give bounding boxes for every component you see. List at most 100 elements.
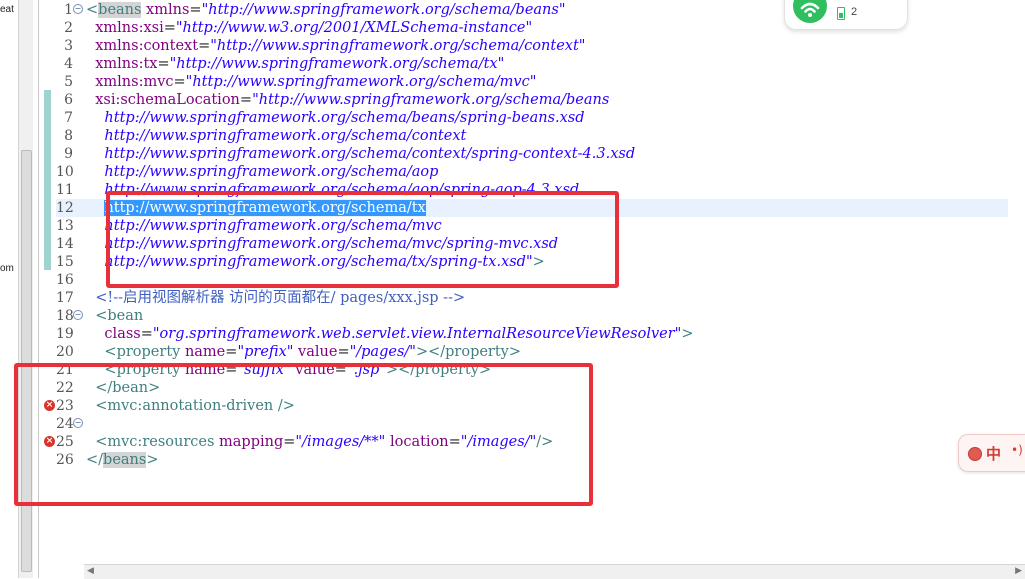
code-text: xmlns:context="http://www.springframewor… xyxy=(86,37,585,55)
fold-toggle-icon[interactable]: − xyxy=(73,310,83,320)
code-token: xmlns:context xyxy=(86,38,199,54)
code-token: value xyxy=(293,344,338,360)
code-token: "/pages/" xyxy=(349,344,416,360)
line-number: 8 xyxy=(64,128,73,144)
scroll-left-arrow-icon[interactable]: ◀ xyxy=(87,566,94,576)
line-number: 10 xyxy=(56,164,74,180)
code-text: <!--启用视图解析器 访问的页面都在/ pages/xxx.jsp --> xyxy=(86,289,465,307)
code-token: "http://www.springframework.org/schema/b… xyxy=(201,2,566,18)
code-token: http://www.springframework.org/schema/co… xyxy=(86,128,467,144)
code-token: = xyxy=(239,92,253,108)
annotation-box-mvc-elements xyxy=(14,363,593,506)
code-token: "prefix" xyxy=(237,344,294,360)
wifi-icon xyxy=(793,0,827,23)
code-token: = xyxy=(173,74,186,90)
error-marker-icon[interactable]: × xyxy=(44,400,55,411)
line-number: 2 xyxy=(64,20,73,36)
code-line[interactable]: 17 <!--启用视图解析器 访问的页面都在/ pages/xxx.jsp --… xyxy=(56,289,1008,307)
ime-extra-label: •) xyxy=(1011,443,1023,457)
line-number: 19 xyxy=(56,326,74,342)
line-number: 16 xyxy=(56,272,74,288)
editor-horizontal-scrollbar[interactable]: ◀ ▶ xyxy=(84,564,1025,579)
code-token: = xyxy=(225,344,238,360)
code-line[interactable]: 4 xmlns:tx="http://www.springframework.o… xyxy=(56,55,1008,73)
code-text: xmlns:tx="http://www.springframework.org… xyxy=(86,55,504,73)
code-line[interactable]: 7 http://www.springframework.org/schema/… xyxy=(56,109,1008,127)
line-number: 6 xyxy=(64,92,73,108)
battery-icon xyxy=(837,7,845,20)
code-token: < xyxy=(86,2,99,18)
line-number: 15 xyxy=(56,254,74,270)
code-token: "org.springframework.web.servlet.view.In… xyxy=(152,326,682,342)
ime-mode-label[interactable]: 中 xyxy=(986,443,1001,464)
line-number: 17 xyxy=(56,290,74,306)
code-text: <beans xmlns="http://www.springframework… xyxy=(86,1,566,19)
code-line[interactable]: 9 http://www.springframework.org/schema/… xyxy=(56,145,1008,163)
code-token: http://www.springframework.org/schema/co… xyxy=(86,146,636,162)
code-line[interactable]: 19 class="org.springframework.web.servle… xyxy=(56,325,1008,343)
line-number: 1 xyxy=(64,2,73,18)
code-token: class xyxy=(86,326,141,342)
code-token: = xyxy=(157,56,170,72)
code-line[interactable]: 18− <bean xyxy=(56,307,1008,325)
line-number: 11 xyxy=(56,182,74,198)
code-token: "http://www.springframework.org/schema/c… xyxy=(210,38,586,54)
code-text: class="org.springframework.web.servlet.v… xyxy=(86,325,694,343)
code-token: http://www.springframework.org/schema/ao… xyxy=(86,164,439,180)
code-token: <property xyxy=(86,344,181,360)
code-text: http://www.springframework.org/schema/be… xyxy=(86,109,585,127)
line-number: 7 xyxy=(64,110,73,126)
code-text: <property name="prefix" value="/pages/">… xyxy=(86,343,521,361)
fold-toggle-icon[interactable]: − xyxy=(73,4,83,14)
code-token: > xyxy=(681,326,694,342)
line-number: 9 xyxy=(64,146,73,162)
code-token: xmlns:mvc xyxy=(86,74,174,90)
change-marker xyxy=(44,90,51,270)
code-line[interactable]: 8 http://www.springframework.org/schema/… xyxy=(56,127,1008,145)
code-token: xmlns:xsi xyxy=(86,20,164,36)
code-token: xsi:schemaLocation xyxy=(86,92,240,108)
line-number: 20 xyxy=(56,344,74,360)
code-token: http://www.springframework.org/schema/be… xyxy=(86,110,585,126)
line-number: 4 xyxy=(64,56,73,72)
code-text: xmlns:xsi="http://www.w3.org/2001/XMLSch… xyxy=(86,19,532,37)
code-token: "http://www.springframework.org/schema/t… xyxy=(169,56,505,72)
code-token: = xyxy=(337,344,350,360)
code-line[interactable]: 20 <property name="prefix" value="/pages… xyxy=(56,343,1008,361)
input-method-widget[interactable]: 中 •) xyxy=(958,434,1025,472)
code-line[interactable]: 5 xmlns:mvc="http://www.springframework.… xyxy=(56,73,1008,91)
code-token: xmlns:tx xyxy=(86,56,158,72)
code-line[interactable]: 3 xmlns:context="http://www.springframew… xyxy=(56,37,1008,55)
code-line[interactable]: 10 http://www.springframework.org/schema… xyxy=(56,163,1008,181)
code-token: <!--启用视图解析器 访问的页面都在/ pages/xxx.jsp --> xyxy=(86,290,466,306)
code-token: ></property> xyxy=(415,344,522,360)
code-text: <bean xyxy=(86,307,143,325)
code-token: = xyxy=(189,2,202,18)
scroll-right-arrow-icon[interactable]: ▶ xyxy=(1015,566,1022,576)
network-status-widget[interactable]: 2 xyxy=(784,0,908,30)
code-token: = xyxy=(198,38,211,54)
line-number: 3 xyxy=(64,38,73,54)
cut-off-label-top: eat xyxy=(0,4,14,15)
code-token: = xyxy=(163,20,176,36)
code-token: = xyxy=(140,326,153,342)
line-number: 12 xyxy=(56,200,74,216)
line-number: 13 xyxy=(56,218,74,234)
connection-count: 2 xyxy=(851,6,858,18)
left-panel-scroll-thumb[interactable] xyxy=(21,150,32,572)
code-text: xsi:schemaLocation="http://www.springfra… xyxy=(86,91,609,109)
code-text: http://www.springframework.org/schema/ao… xyxy=(86,163,438,181)
code-token: beans xyxy=(98,2,142,18)
code-text: http://www.springframework.org/schema/co… xyxy=(86,145,635,163)
code-token: "http://www.springframework.org/schema/m… xyxy=(185,74,537,90)
annotation-box-schema-location xyxy=(106,191,619,288)
ime-dot-icon xyxy=(968,447,982,461)
error-marker-icon[interactable]: × xyxy=(44,436,55,447)
line-number: 5 xyxy=(64,74,73,90)
code-line[interactable]: 6 xsi:schemaLocation="http://www.springf… xyxy=(56,91,1008,109)
code-text: xmlns:mvc="http://www.springframework.or… xyxy=(86,73,536,91)
code-token: xmlns xyxy=(141,2,190,18)
code-text: http://www.springframework.org/schema/co… xyxy=(86,127,466,145)
code-token: "http://www.w3.org/2001/XMLSchema-instan… xyxy=(175,20,533,36)
